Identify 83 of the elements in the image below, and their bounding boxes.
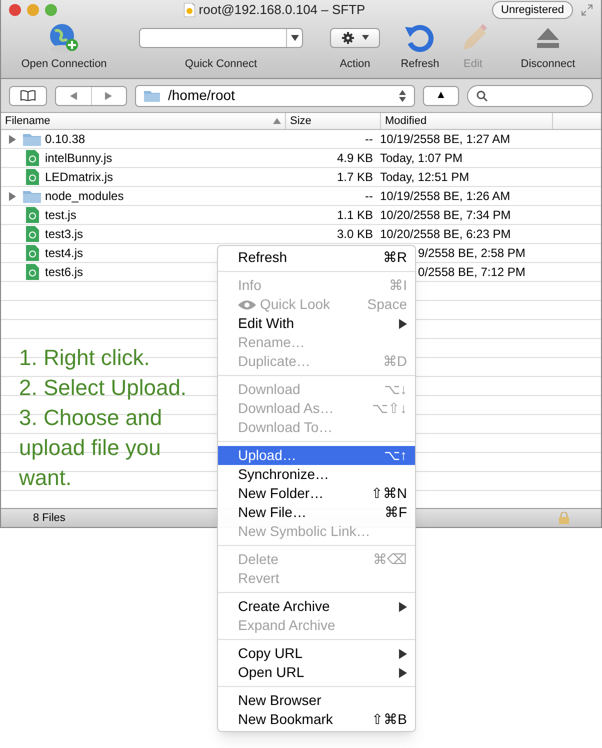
path-dropdown[interactable]: /home/root [135, 84, 415, 106]
menu-item[interactable]: Upload… ⌥↑ [218, 446, 415, 465]
menu-item[interactable]: New Browser [218, 691, 415, 710]
search-icon [476, 90, 488, 102]
parent-folder-button[interactable]: ▲ [423, 86, 459, 106]
unregistered-badge: Unregistered [492, 0, 573, 20]
toolbar-label[interactable]: Action [340, 56, 370, 72]
column-header[interactable]: Size [286, 113, 381, 129]
file-modified: 10/19/2558 BE, 1:27 AM [380, 132, 510, 146]
disclosure-triangle-icon[interactable] [9, 134, 16, 144]
stepper-icon [399, 90, 406, 102]
menu-item[interactable]: New File… ⌘F [218, 503, 415, 522]
folder-icon [23, 132, 41, 146]
js-file-icon [26, 207, 38, 223]
eject-icon [535, 26, 561, 50]
menu-item[interactable]: New Folder… ⇧⌘N [218, 484, 415, 503]
instruction-text: 3. Choose and upload file you want. [19, 404, 164, 492]
js-file-icon [26, 226, 38, 242]
caret-icon [362, 35, 368, 40]
disclosure-triangle-icon[interactable] [9, 192, 16, 200]
refresh-icon [404, 22, 436, 52]
menu-item[interactable]: Copy URL [218, 644, 415, 663]
toolbar-label[interactable]: Open Connection [21, 56, 107, 72]
js-file-icon [26, 169, 38, 185]
menu-item[interactable]: New Bookmark ⇧⌘B [218, 710, 415, 729]
toolbar-label[interactable]: Refresh [400, 56, 440, 72]
caret-icon [290, 34, 298, 40]
back-icon [70, 92, 77, 100]
gear-icon [342, 32, 354, 44]
zoom-button[interactable] [45, 4, 57, 16]
file-modified: 9/2558 BE, 2:58 PM [418, 245, 526, 262]
file-name: test.js [45, 207, 76, 224]
file-size: 1.1 KB [336, 208, 373, 222]
file-modified: 10/20/2558 BE, 6:23 PM [380, 227, 511, 241]
file-size: 3.0 KB [336, 227, 373, 241]
toolbar-label[interactable]: Quick Connect [184, 56, 258, 72]
file-size: 1.7 KB [336, 170, 373, 184]
file-size: -- [365, 189, 373, 203]
close-button[interactable] [9, 4, 21, 16]
instruction-text: 2. Select Upload. [19, 374, 188, 402]
file-modified: 0/2558 BE, 7:12 PM [418, 264, 526, 281]
forward-icon [105, 92, 112, 100]
globe-add-icon [47, 22, 81, 54]
book-icon [20, 90, 36, 101]
instruction-text: 1. Right click. [19, 344, 151, 372]
file-modified: 10/19/2558 BE, 1:26 AM [380, 189, 510, 203]
file-modified: Today, 12:51 PM [380, 170, 470, 184]
folder-icon [23, 189, 41, 203]
js-file-icon [26, 245, 38, 261]
sort-ascending-icon [273, 118, 281, 124]
search-field[interactable] [467, 84, 593, 106]
file-modified: Today, 1:07 PM [380, 151, 462, 165]
column-header[interactable]: Filename [1, 113, 286, 129]
document-icon [184, 3, 195, 17]
submenu-arrow-icon [399, 602, 407, 612]
toolbar-label[interactable]: Disconnect [520, 56, 576, 72]
status-text: 8 Files [33, 510, 66, 526]
file-size: -- [365, 132, 373, 146]
menu-item[interactable]: Create Archive [218, 597, 415, 616]
menu-item[interactable]: Edit With [218, 314, 415, 333]
js-file-icon [26, 264, 38, 280]
fullscreen-icon[interactable] [581, 4, 593, 16]
eye-icon [238, 300, 256, 310]
window-title: root@192.168.0.104 – SFTP [198, 1, 366, 20]
menu-item[interactable]: Open URL [218, 663, 415, 682]
file-modified: 10/20/2558 BE, 7:34 PM [380, 208, 511, 222]
file-name: intelBunny.js [45, 150, 112, 167]
quick-connect-field[interactable] [139, 28, 303, 48]
file-name: test4.js [45, 245, 84, 262]
bookmarks-button[interactable] [9, 86, 47, 106]
action-button[interactable] [330, 28, 380, 48]
file-name: node_modules [45, 188, 124, 205]
js-file-icon [26, 150, 38, 166]
submenu-arrow-icon [399, 318, 407, 328]
menu-item[interactable]: Synchronize… [218, 465, 415, 484]
file-name: test6.js [45, 264, 84, 281]
menu-item[interactable]: Refresh ⌘R [218, 248, 415, 267]
folder-icon [144, 89, 160, 102]
file-name: 0.10.38 [45, 131, 86, 148]
file-size: 4.9 KB [336, 151, 373, 165]
file-name: LEDmatrix.js [45, 169, 114, 186]
file-name: test3.js [45, 226, 84, 243]
column-header[interactable]: Modified [381, 113, 553, 129]
